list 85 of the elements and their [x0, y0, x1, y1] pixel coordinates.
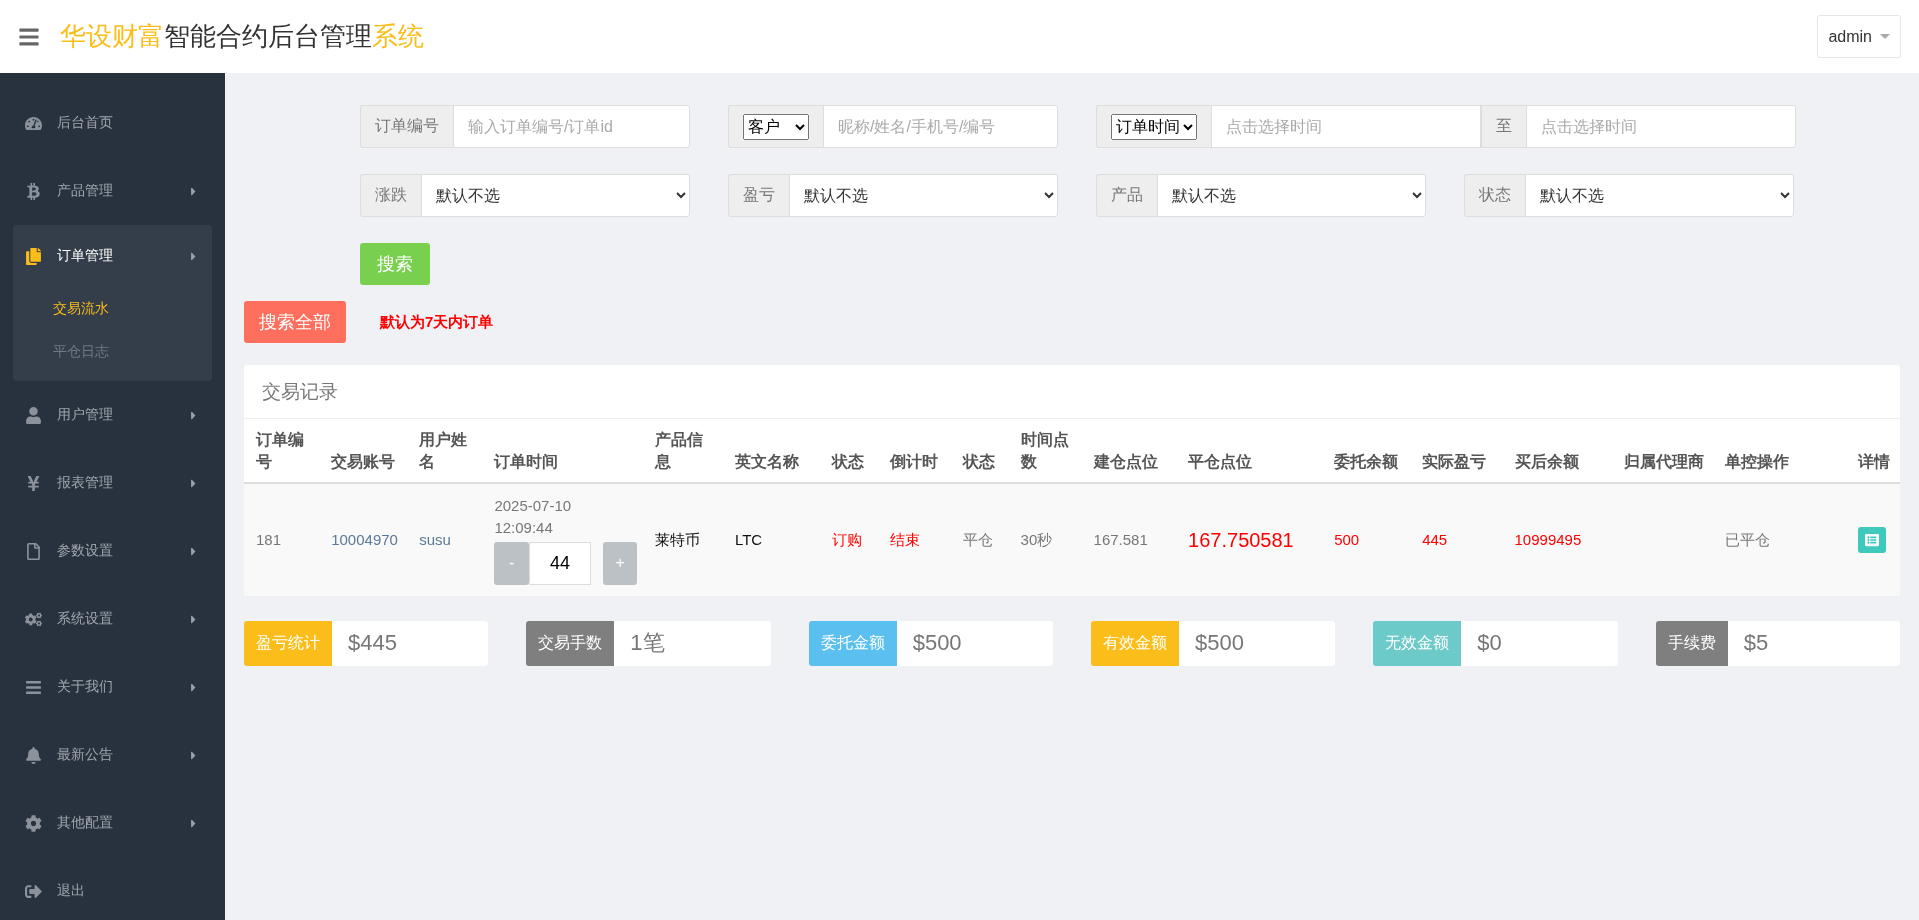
- dashboard-icon: [25, 114, 45, 132]
- column-header: 倒计时: [877, 419, 951, 483]
- column-header: 订单编号: [244, 419, 320, 483]
- column-header: 英文名称: [722, 419, 820, 483]
- column-header: 单控操作: [1713, 419, 1847, 483]
- table-link[interactable]: susu: [419, 530, 451, 548]
- app-title: 华设财富智能合约后台管理系统: [60, 20, 424, 53]
- column-header: 订单时间: [482, 419, 644, 483]
- sidebar-item[interactable]: 后台首页: [0, 89, 225, 157]
- sidebar-item[interactable]: 参数设置: [0, 517, 225, 585]
- column-header: 时间点数: [1008, 419, 1082, 483]
- field-label: 订单编号: [360, 105, 453, 148]
- stat-value: $5: [1727, 620, 1900, 666]
- input-field[interactable]: 输入订单编号/订单id: [453, 105, 690, 148]
- table-cell: 167.581: [1093, 530, 1148, 548]
- stat-value: 1笔: [614, 620, 771, 666]
- stat-value: $500: [896, 620, 1053, 666]
- table-cell: 已平仓: [1725, 530, 1770, 548]
- table-cell: 167.750581: [1188, 528, 1294, 551]
- table-cell: 445: [1422, 530, 1448, 548]
- table-cell: 平仓: [962, 530, 993, 548]
- stat-label: 手续费: [1655, 620, 1728, 666]
- column-header: 状态: [819, 419, 878, 483]
- sidebar-subitem[interactable]: 交易流水: [13, 287, 212, 330]
- sidebar-item[interactable]: 用户管理: [0, 381, 225, 449]
- stat-label: 无效金额: [1373, 620, 1462, 666]
- sidebar-item[interactable]: 报表管理: [0, 449, 225, 517]
- table-cell: 10999495: [1514, 530, 1582, 548]
- date-field[interactable]: 点击选择时间: [1526, 105, 1796, 148]
- stat-label: 有效金额: [1091, 620, 1179, 666]
- field-label: 状态: [1464, 174, 1525, 217]
- stat-label: 委托金额: [808, 620, 897, 666]
- stepper-input[interactable]: 44: [528, 541, 591, 585]
- time-type-select[interactable]: 订单时间: [1111, 113, 1197, 140]
- column-header: 用户姓名: [407, 419, 483, 483]
- sidebar-item[interactable]: 其他配置: [0, 789, 225, 857]
- table-cell: 30秒: [1020, 530, 1053, 548]
- note-text: 默认为7天内订单: [380, 312, 494, 332]
- stat-value: $500: [1179, 620, 1336, 666]
- column-header: 建仓点位: [1081, 419, 1177, 483]
- column-header: 实际盈亏: [1410, 419, 1503, 483]
- caret-icon: [1880, 34, 1890, 39]
- customer-select[interactable]: 客户: [743, 113, 809, 140]
- field-label: 产品: [1096, 174, 1157, 217]
- range-separator: 至: [1481, 105, 1526, 148]
- sidebar-item[interactable]: 关于我们: [0, 653, 225, 721]
- stat-value: $445: [332, 620, 489, 666]
- select-field[interactable]: 默认不选: [789, 174, 1058, 217]
- stat-value: $0: [1461, 620, 1618, 666]
- select-field[interactable]: 默认不选: [1525, 174, 1794, 217]
- table-cell: 181: [256, 530, 282, 548]
- exit-icon: [25, 882, 45, 900]
- user-menu-button[interactable]: admin: [1817, 15, 1901, 58]
- stat-label: 盈亏统计: [244, 620, 332, 666]
- input-field[interactable]: 昵称/姓名/手机号/编号: [823, 105, 1058, 148]
- card-title: 交易记录: [244, 365, 1900, 419]
- order-time: 12:09:44: [494, 518, 554, 539]
- column-header: 交易账号: [319, 419, 408, 483]
- gears-icon: [25, 610, 45, 628]
- column-header: 状态: [950, 419, 1009, 483]
- list-icon: [1865, 532, 1880, 547]
- field-label: 涨跌: [360, 174, 421, 217]
- table-cell: LTC: [734, 530, 763, 548]
- column-header: 归属代理商: [1612, 419, 1713, 483]
- date-field[interactable]: 点击选择时间: [1211, 105, 1481, 148]
- table-cell: 订购: [831, 530, 862, 548]
- sidebar-item[interactable]: 系统设置: [0, 585, 225, 653]
- sidebar-item[interactable]: 退出: [0, 857, 225, 920]
- sidebar-item[interactable]: 产品管理: [0, 157, 225, 225]
- select-field[interactable]: 默认不选: [421, 174, 690, 217]
- table-link[interactable]: 10004970: [331, 530, 398, 548]
- stat-label: 交易手数: [526, 620, 615, 666]
- table-cell: 结束: [889, 530, 920, 548]
- table-cell: 500: [1334, 530, 1360, 548]
- column-header: 买后余额: [1502, 419, 1613, 483]
- order-date: 2025-07-10: [494, 495, 573, 516]
- field-label: 盈亏: [728, 174, 789, 217]
- sidebar-item[interactable]: 订单管理: [13, 225, 212, 287]
- sidebar-item[interactable]: 最新公告: [0, 721, 225, 789]
- table-cell: 莱特币: [655, 530, 701, 548]
- column-header: 委托余额: [1322, 419, 1411, 483]
- column-header: 产品信息: [643, 419, 723, 483]
- column-header: 平仓点位: [1176, 419, 1323, 483]
- column-header: 详情: [1846, 419, 1900, 483]
- select-field[interactable]: 默认不选: [1157, 174, 1426, 217]
